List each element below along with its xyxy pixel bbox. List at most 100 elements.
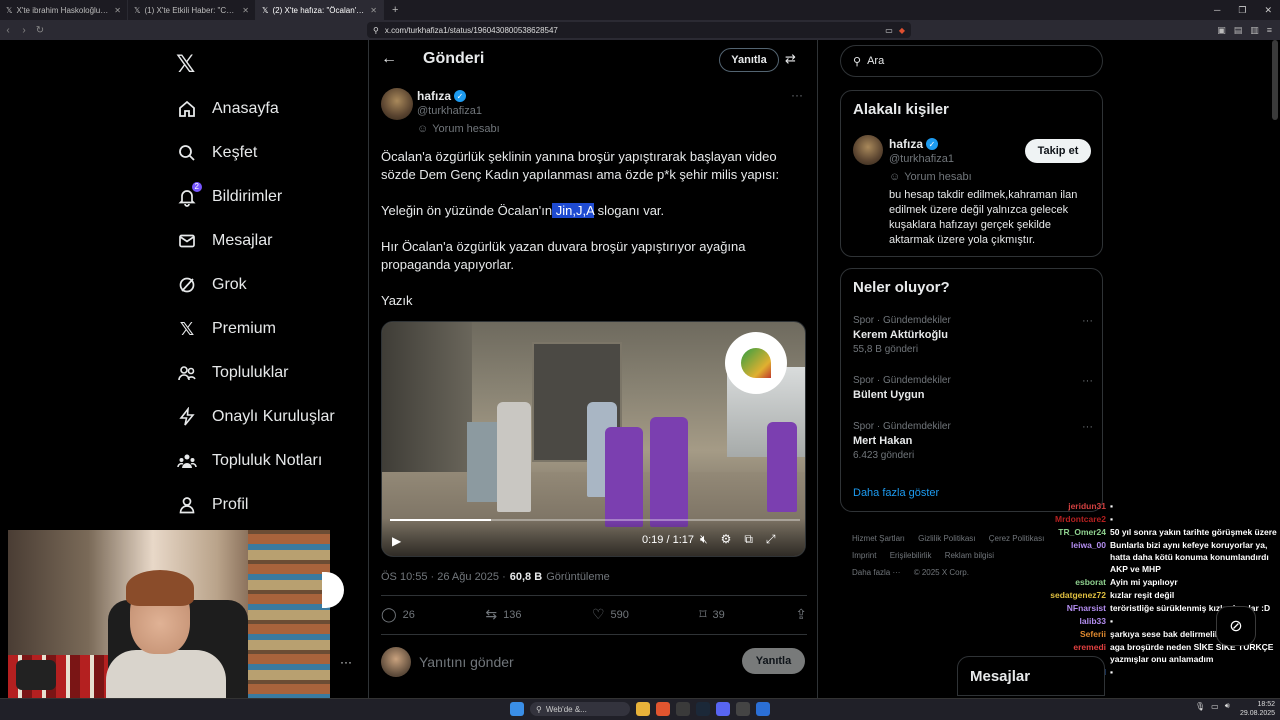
related-name[interactable]: hafıza	[889, 137, 923, 151]
footer-link[interactable]: Hizmet Şartları	[852, 534, 905, 543]
filter-settings-icon[interactable]: ⇄	[785, 51, 796, 67]
browser-tab[interactable]: 𝕏 X'te ibrahim Haskoloğlu: "Caspellis...…	[0, 0, 128, 20]
footer-link[interactable]: Imprint	[852, 551, 876, 560]
like-action[interactable]: ♡ 590	[592, 606, 629, 623]
related-name-row[interactable]: hafıza ✓	[889, 137, 939, 151]
extension-icon[interactable]: ▣	[1217, 25, 1226, 36]
related-avatar[interactable]	[853, 135, 883, 165]
trend-item[interactable]: Spor · Gündemdekiler Mert Hakan 6.423 gö…	[853, 421, 1093, 461]
minimize-icon[interactable]: ─	[1214, 5, 1220, 15]
bookmark-action[interactable]: ⌑ 39	[699, 606, 724, 623]
reply-submit-button[interactable]: Yanıtla	[742, 648, 805, 674]
settings-icon[interactable]: ⚙	[721, 532, 732, 547]
reply-action[interactable]: ◯ 26	[381, 606, 415, 623]
related-account-note: ☺ Yorum hesabı	[889, 171, 972, 183]
author-name[interactable]: hafıza	[417, 89, 451, 103]
close-icon[interactable]: ✕	[242, 6, 249, 15]
user-avatar[interactable]	[381, 647, 411, 677]
share-action[interactable]: ⇪	[795, 606, 807, 623]
nav-item-messages[interactable]: Mesajlar	[176, 226, 272, 256]
mute-icon[interactable]: 🔇︎	[700, 532, 708, 547]
messages-drawer[interactable]: Mesajlar	[957, 656, 1105, 696]
nav-item-explore[interactable]: Keşfet	[176, 138, 257, 168]
site-info-icon[interactable]: ⚲	[373, 26, 379, 35]
picture-in-picture-icon[interactable]: ⧉	[744, 532, 753, 547]
app-icon[interactable]	[756, 702, 770, 716]
video-player[interactable]: ▶ 0:19 / 1:17 🔇︎ ⚙ ⧉ ⤢	[381, 321, 806, 557]
account-note: ☺ Yorum hesabı	[417, 123, 500, 135]
nav-item-verified-orgs[interactable]: Onaylı Kuruluşlar	[176, 402, 335, 432]
nav-item-premium[interactable]: 𝕏 Premium	[176, 314, 276, 344]
forward-nav-icon[interactable]: ›	[16, 25, 32, 36]
shield-icon[interactable]: ◆	[899, 26, 905, 35]
close-icon[interactable]: ✕	[114, 6, 121, 15]
more-options-icon[interactable]: ···	[1082, 421, 1093, 433]
search-input[interactable]: ⚲ Ara	[840, 45, 1103, 77]
volume-icon[interactable]: 🔊︎	[1225, 701, 1230, 711]
extension-icon[interactable]: ▤	[1234, 25, 1243, 36]
reader-icon[interactable]: ▭	[885, 26, 893, 35]
show-more-link[interactable]: Daha fazla göster	[853, 487, 939, 499]
brave-browser-icon[interactable]	[656, 702, 670, 716]
nav-item-notifications[interactable]: 2 Bildirimler	[176, 182, 282, 212]
nav-item-communities[interactable]: Topluluklar	[176, 358, 288, 388]
bookmark-count: 39	[712, 608, 725, 621]
file-explorer-icon[interactable]	[636, 702, 650, 716]
network-icon[interactable]: ▭	[1211, 702, 1219, 711]
more-options-icon[interactable]: ···	[340, 655, 352, 669]
address-bar[interactable]: ⚲ x.com/turkhafiza1/status/1960430800538…	[367, 22, 911, 38]
nav-item-home[interactable]: Anasayfa	[176, 94, 279, 124]
header-reply-button[interactable]: Yanıtla	[719, 48, 779, 72]
footer-more-link[interactable]: Daha fazla ···	[852, 568, 900, 577]
reload-icon[interactable]: ↻	[32, 25, 48, 36]
taskbar-search[interactable]: ⚲ Web'de &...	[530, 702, 630, 716]
mic-icon[interactable]: 🎙︎	[1195, 702, 1205, 711]
nav-item-community-notes[interactable]: Topluluk Notları	[176, 446, 322, 476]
trend-item[interactable]: Spor · Gündemdekiler Kerem Aktürkoğlu 55…	[853, 315, 1093, 355]
new-tab-button[interactable]: +	[384, 4, 406, 16]
nav-item-grok[interactable]: Grok	[176, 270, 247, 300]
browser-tab-active[interactable]: 𝕏 (2) X'te hafıza: "Öcalan'a özgürlü... …	[256, 0, 384, 20]
tweet-timestamp[interactable]: ÖS 10:55 · 26 Ağu 2025 ·	[381, 571, 506, 583]
video-person	[605, 427, 643, 527]
system-clock[interactable]: 18:52 29.08.2025	[1240, 700, 1275, 718]
app-icon[interactable]	[736, 702, 750, 716]
video-progress-bar[interactable]	[390, 519, 800, 521]
footer-link[interactable]: Gizlilik Politikası	[918, 534, 975, 543]
retweet-action[interactable]: ⇆ 136	[485, 606, 521, 623]
discord-icon[interactable]	[716, 702, 730, 716]
trend-item[interactable]: Spor · Gündemdekiler Bülent Uygun ···	[853, 375, 1093, 401]
scrollbar[interactable]	[1272, 40, 1278, 120]
fullscreen-icon[interactable]: ⤢	[766, 532, 776, 547]
more-options-icon[interactable]: ···	[1082, 315, 1093, 327]
author-handle[interactable]: @turkhafiza1	[417, 105, 482, 117]
browser-tab[interactable]: 𝕏 (1) X'te Etkili Haber: "Cem Küçük "Ve.…	[128, 0, 256, 20]
menu-icon[interactable]: ≡	[1267, 25, 1272, 35]
footer-link[interactable]: Reklam bilgisi	[945, 551, 994, 560]
related-handle[interactable]: @turkhafiza1	[889, 153, 954, 165]
back-arrow-icon[interactable]: ←	[381, 50, 397, 68]
footer-link[interactable]: Erişilebilirlik	[890, 551, 932, 560]
x-logo-icon[interactable]: 𝕏	[176, 50, 195, 79]
window-close-icon[interactable]: ✕	[1264, 5, 1272, 16]
reply-input[interactable]: Yanıtını gönder	[419, 654, 514, 670]
play-icon[interactable]: ▶	[392, 534, 401, 548]
account-switcher[interactable]	[322, 572, 344, 608]
app-icon[interactable]	[676, 702, 690, 716]
more-options-icon[interactable]: ···	[791, 88, 803, 102]
chat-text: kızlar reşit değil	[1110, 590, 1175, 600]
windows-start-icon[interactable]	[510, 702, 524, 716]
sidebar-icon[interactable]: ▥	[1250, 25, 1259, 36]
author-name-row[interactable]: hafıza ✓	[417, 89, 467, 103]
author-avatar[interactable]	[381, 88, 413, 120]
grok-icon[interactable]: ⊘	[1216, 606, 1256, 646]
steam-icon[interactable]	[696, 702, 710, 716]
more-options-icon[interactable]: ···	[1082, 375, 1093, 387]
back-nav-icon[interactable]: ‹	[0, 25, 16, 36]
tweet-meta: ÖS 10:55 · 26 Ağu 2025 · 60,8 B Görüntül…	[381, 571, 610, 583]
maximize-icon[interactable]: ❐	[1238, 5, 1246, 16]
close-icon[interactable]: ✕	[370, 6, 377, 15]
footer-copyright: © 2025 X Corp.	[913, 568, 969, 577]
nav-item-profile[interactable]: Profil	[176, 490, 248, 520]
follow-button[interactable]: Takip et	[1025, 139, 1091, 163]
